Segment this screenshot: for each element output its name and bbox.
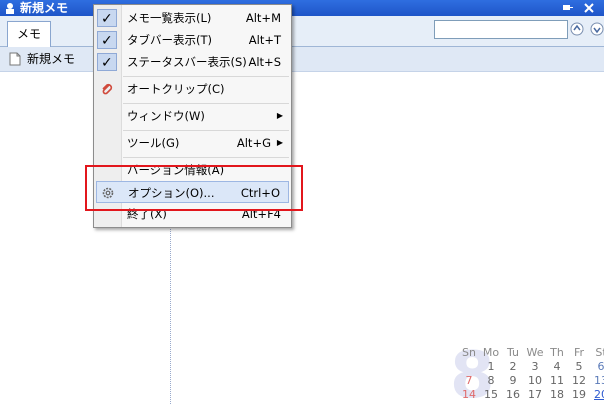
weekday-label: We bbox=[526, 346, 544, 359]
menu-item-label: ウィンドウ(W) bbox=[127, 109, 205, 123]
calendar-day[interactable]: 18 bbox=[546, 388, 568, 401]
calendar-day[interactable]: 1 bbox=[480, 360, 502, 373]
menu-item-note-list[interactable]: ✓ メモ一覧表示(L) Alt+M bbox=[94, 7, 291, 29]
toolbar: メモ bbox=[0, 16, 604, 47]
submenu-arrow-icon: ▶ bbox=[276, 111, 283, 120]
weekday-label: St bbox=[595, 346, 604, 359]
calendar-day[interactable]: 10 bbox=[524, 374, 546, 387]
calendar-day[interactable]: 14 bbox=[458, 388, 480, 401]
note-list-bar: 新規メモ bbox=[0, 47, 604, 72]
calendar-day[interactable]: 7 bbox=[458, 374, 480, 387]
tab-memo[interactable]: メモ bbox=[7, 21, 51, 47]
submenu-arrow-icon: ▶ bbox=[276, 138, 283, 147]
calendar-day[interactable]: 13 bbox=[590, 374, 604, 387]
menu-item-shortcut: Alt+G bbox=[236, 136, 271, 150]
weekday-label: Th bbox=[550, 346, 564, 359]
menu-item-auto-clip[interactable]: オートクリップ(C) bbox=[94, 78, 291, 100]
arrow-down-icon[interactable] bbox=[590, 22, 604, 36]
menu-item-label: タブバー表示(T) bbox=[127, 33, 212, 47]
calendar-day[interactable]: 16 bbox=[502, 388, 524, 401]
menu-item-shortcut: Alt+S bbox=[248, 55, 281, 69]
weekday-label: Sn bbox=[462, 346, 476, 359]
menu-item-shortcut: Alt+T bbox=[248, 33, 281, 47]
title-bar: 新規メモ bbox=[0, 0, 604, 16]
calendar-day[interactable]: 17 bbox=[524, 388, 546, 401]
weekday-label: Tu bbox=[506, 346, 520, 359]
highlight-box bbox=[85, 165, 303, 211]
calendar-week-row: 14151617181920 bbox=[458, 388, 604, 402]
menu-separator bbox=[123, 130, 289, 131]
menu-separator bbox=[123, 157, 289, 158]
menu-item-tools[interactable]: ツール(G) Alt+G ▶ bbox=[94, 132, 291, 154]
calendar-day[interactable]: 6 bbox=[590, 360, 604, 373]
check-icon: ✓ bbox=[97, 53, 117, 71]
calendar-day[interactable]: 4 bbox=[546, 360, 568, 373]
weekday-label: Fr bbox=[573, 346, 585, 359]
menu-item-status-bar[interactable]: ✓ ステータスバー表示(S) Alt+S bbox=[94, 51, 291, 73]
calendar-day[interactable]: 2 bbox=[502, 360, 524, 373]
menu-item-label: メモ一覧表示(L) bbox=[127, 11, 212, 25]
document-icon bbox=[9, 52, 21, 66]
search-input[interactable] bbox=[434, 20, 568, 39]
menu-item-shortcut: Alt+M bbox=[245, 11, 281, 25]
calendar-day[interactable]: 9 bbox=[502, 374, 524, 387]
paperclip-icon bbox=[102, 83, 113, 95]
window-title: 新規メモ bbox=[20, 1, 69, 15]
menu-item-label: ツール(G) bbox=[127, 136, 180, 150]
menu-item-window[interactable]: ウィンドウ(W) ▶ bbox=[94, 105, 291, 127]
calendar-day[interactable]: 12 bbox=[568, 374, 590, 387]
menu-item-tab-bar[interactable]: ✓ タブバー表示(T) Alt+T bbox=[94, 29, 291, 51]
calendar-widget: 8 SnMoTuWeThFrSt 123456 78910111213 1415… bbox=[446, 342, 604, 408]
weekday-label: Mo bbox=[482, 346, 500, 359]
note-list-item[interactable]: 新規メモ bbox=[9, 50, 75, 68]
calendar-day[interactable]: 15 bbox=[480, 388, 502, 401]
arrow-up-icon[interactable] bbox=[570, 22, 584, 36]
calendar-day-today[interactable]: 20 bbox=[590, 388, 604, 401]
app-icon bbox=[6, 3, 14, 14]
menu-item-label: オートクリップ(C) bbox=[127, 82, 225, 96]
calendar-weekday-row: Sn Mo Tu We Th Fr St bbox=[458, 346, 604, 360]
calendar-week-row: 78910111213 bbox=[458, 374, 604, 388]
pin-icon[interactable] bbox=[562, 2, 574, 14]
check-icon: ✓ bbox=[97, 31, 117, 49]
check-icon: ✓ bbox=[97, 9, 117, 27]
close-icon[interactable] bbox=[582, 2, 596, 14]
note-list-item-label: 新規メモ bbox=[27, 52, 76, 66]
calendar-day[interactable]: 3 bbox=[524, 360, 546, 373]
menu-separator bbox=[123, 103, 289, 104]
calendar-day[interactable]: 8 bbox=[480, 374, 502, 387]
calendar-week-row: 123456 bbox=[458, 360, 604, 374]
calendar-grid: SnMoTuWeThFrSt 123456 78910111213 141516… bbox=[458, 346, 604, 402]
calendar-day[interactable]: 11 bbox=[546, 374, 568, 387]
menu-item-label: ステータスバー表示(S) bbox=[127, 55, 247, 69]
calendar-day[interactable]: 19 bbox=[568, 388, 590, 401]
calendar-day[interactable]: 5 bbox=[568, 360, 590, 373]
menu-separator bbox=[123, 76, 289, 77]
